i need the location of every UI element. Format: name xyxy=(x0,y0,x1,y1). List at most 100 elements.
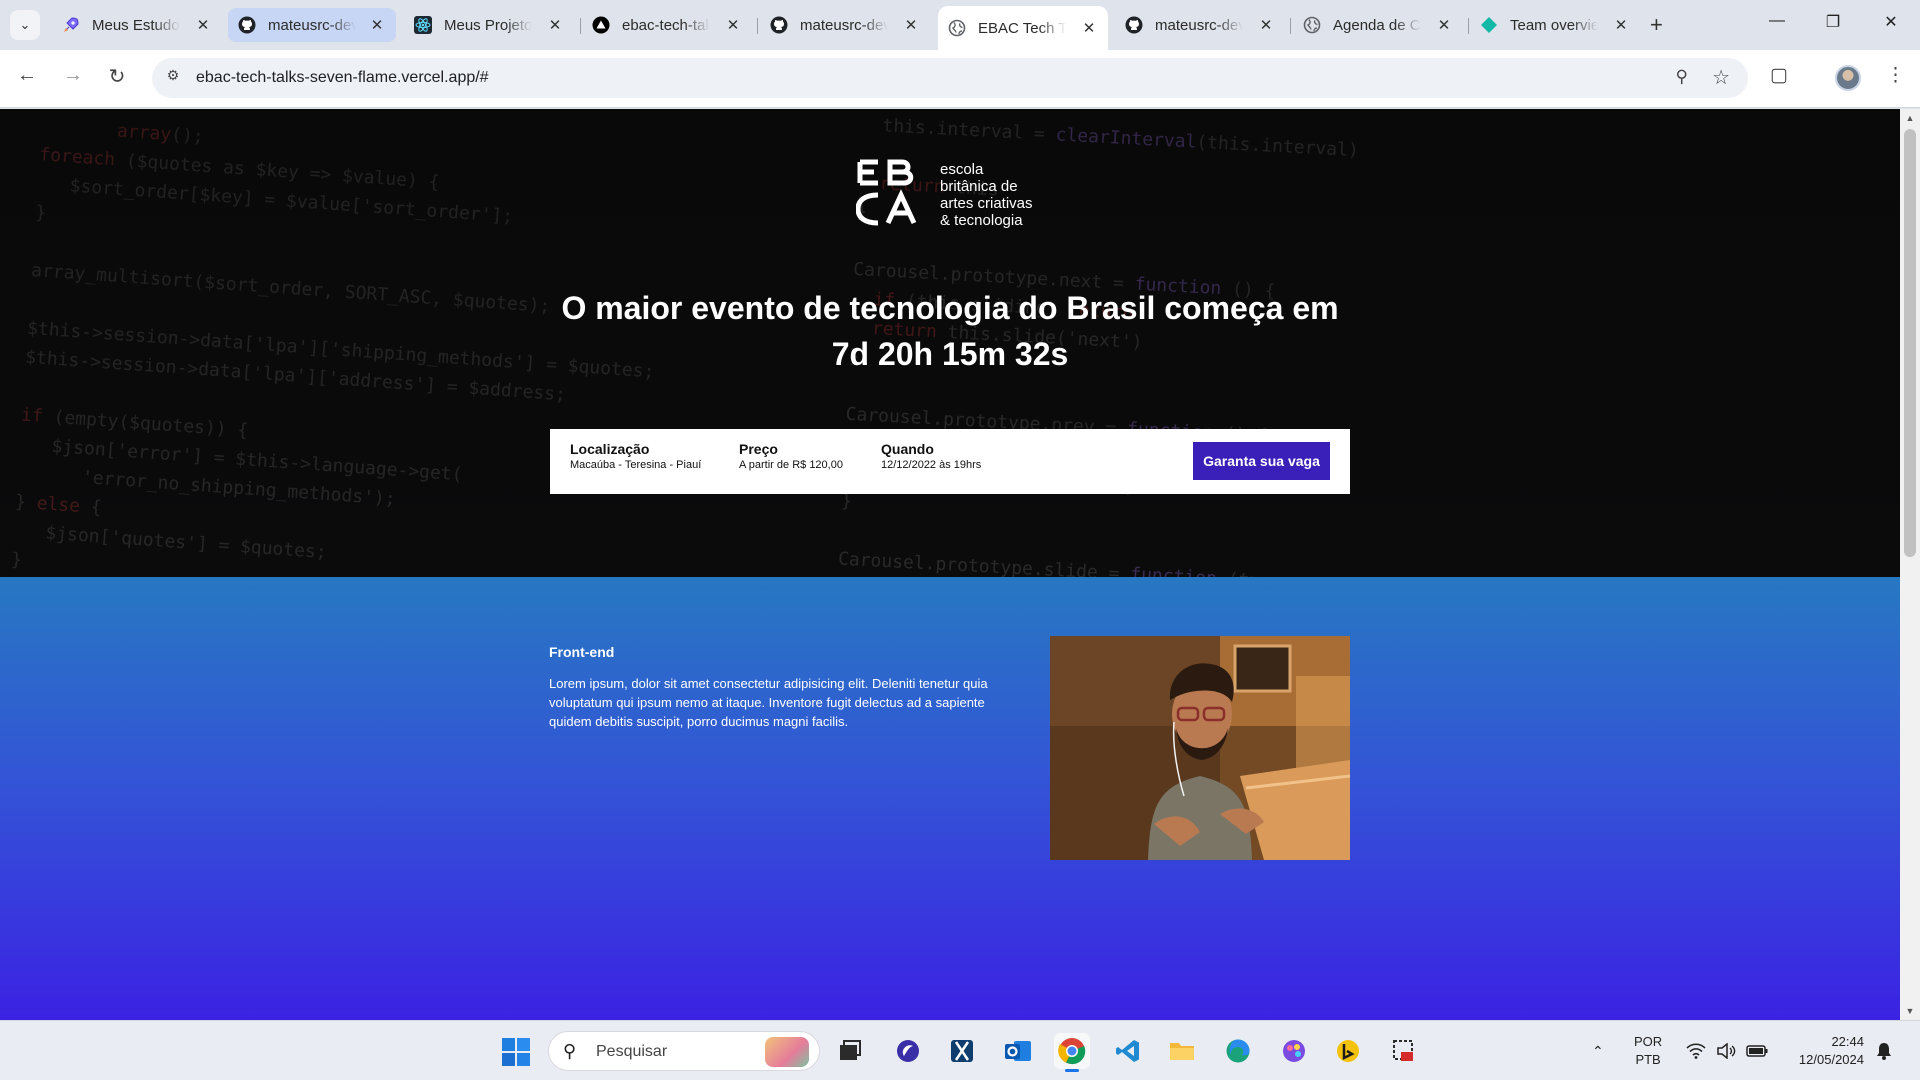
chevron-down-icon: ⌄ xyxy=(19,17,31,32)
outlook-icon[interactable] xyxy=(1000,1033,1036,1069)
system-clock[interactable]: 22:44 12/05/2024 xyxy=(1784,1033,1864,1069)
globe-icon xyxy=(1303,16,1321,34)
taskbar-app-icon[interactable] xyxy=(890,1033,926,1069)
tab-title: ebac-tech-talks xyxy=(622,16,710,34)
diamond-icon xyxy=(1480,16,1498,34)
paint-app-icon[interactable] xyxy=(1276,1033,1312,1069)
tab-agenda-de-cursos[interactable]: Agenda de Cursos ✕ xyxy=(1293,8,1463,42)
ebac-logo: escola britânica de artes criativas & te… xyxy=(856,159,1056,229)
close-icon[interactable]: ✕ xyxy=(1435,16,1453,34)
logo-line: escola xyxy=(940,161,984,178)
globe-icon xyxy=(948,19,966,37)
menu-kebab-icon[interactable]: ⋮ xyxy=(1886,64,1905,87)
bookmark-star-icon[interactable]: ☆ xyxy=(1712,65,1730,90)
close-icon[interactable]: ✕ xyxy=(1612,16,1630,34)
close-icon[interactable]: ✕ xyxy=(1257,16,1275,34)
active-app-indicator xyxy=(1065,1069,1079,1072)
tab-meus-estudos[interactable]: Meus Estudos ✕ xyxy=(52,8,222,42)
developer-photo-illustration xyxy=(1050,636,1350,860)
close-icon[interactable]: ✕ xyxy=(1080,19,1098,37)
wifi-icon[interactable] xyxy=(1686,1021,1706,1080)
arrow-left-icon: ← xyxy=(17,64,37,86)
forward-button[interactable]: → xyxy=(58,64,88,87)
notification-bell-icon[interactable] xyxy=(1876,1021,1892,1080)
frontend-section: Front-end Lorem ipsum, dolor sit amet co… xyxy=(0,577,1900,1020)
when-value: 12/12/2022 às 19hrs xyxy=(881,459,982,471)
tab-title: mateusrc-dev xyxy=(268,16,356,34)
tab-title: mateusrc-dev xyxy=(1155,16,1243,34)
tab-title: EBAC Tech Talks xyxy=(978,19,1066,37)
chrome-icon[interactable] xyxy=(1054,1033,1090,1072)
location-info: Localização Macaúba - Teresina - Piauí xyxy=(570,441,701,471)
garanta-sua-vaga-button[interactable]: Garanta sua vaga xyxy=(1193,442,1330,480)
logo-line: britânica de xyxy=(940,178,1018,195)
file-explorer-icon[interactable] xyxy=(1164,1033,1200,1069)
restore-button[interactable]: ❐ xyxy=(1810,12,1856,32)
task-view-icon[interactable] xyxy=(832,1033,868,1069)
price-info: Preço A partir de R$ 120,00 xyxy=(739,441,843,471)
vscode-icon[interactable] xyxy=(1110,1033,1146,1069)
profile-avatar[interactable] xyxy=(1835,65,1861,91)
page-scrollbar[interactable]: ▲ ▼ xyxy=(1900,109,1920,1020)
location-value: Macaúba - Teresina - Piauí xyxy=(570,459,702,471)
volume-icon[interactable] xyxy=(1716,1021,1736,1080)
battery-icon[interactable] xyxy=(1746,1021,1768,1080)
tab-separator xyxy=(1468,18,1469,34)
logo-line: artes criativas xyxy=(940,195,1033,212)
event-info-bar: Localização Macaúba - Teresina - Piauí P… xyxy=(550,429,1350,494)
close-icon[interactable]: ✕ xyxy=(902,16,920,34)
close-icon[interactable]: ✕ xyxy=(368,16,386,34)
language-code: POR xyxy=(1634,1034,1663,1049)
close-icon[interactable]: ✕ xyxy=(724,16,742,34)
ebac-logo-text: escola britânica de artes criativas & te… xyxy=(940,161,1033,229)
address-bar[interactable]: ⚙ ebac-tech-talks-seven-flame.vercel.app… xyxy=(152,58,1748,98)
windows-start-icon[interactable] xyxy=(502,1038,530,1066)
tab-mateusrc-dev-2[interactable]: mateusrc-dev ✕ xyxy=(760,8,930,42)
reload-icon: ↻ xyxy=(108,66,126,88)
url-text[interactable]: ebac-tech-talks-seven-flame.vercel.app/# xyxy=(196,69,489,87)
tab-search-button[interactable]: ⌄ xyxy=(10,10,40,40)
edge-icon[interactable] xyxy=(1220,1033,1256,1069)
windows-taskbar: ⚲ Pesquisar ⌃ POR PTB 22:44 12/05/2024 xyxy=(0,1020,1920,1080)
tab-team-overview[interactable]: Team overview ✕ xyxy=(1470,8,1640,42)
reload-button[interactable]: ↻ xyxy=(102,64,132,89)
site-info-icon[interactable]: ⚙ xyxy=(162,67,184,89)
snip-sketch-icon[interactable] xyxy=(1386,1033,1422,1069)
taskbar-search[interactable]: ⚲ Pesquisar xyxy=(548,1031,820,1071)
scroll-down-icon[interactable]: ▼ xyxy=(1900,1006,1920,1016)
developer-photo xyxy=(1050,636,1350,860)
zoom-icon[interactable]: ⚲ xyxy=(1676,67,1688,87)
tab-title: Meus Estudos xyxy=(92,16,180,34)
section-text: Lorem ipsum, dolor sit amet consectetur … xyxy=(549,676,988,729)
location-label: Localização xyxy=(570,441,650,457)
show-hidden-icons-button[interactable]: ⌃ xyxy=(1592,1021,1604,1080)
search-highlight-image xyxy=(765,1037,809,1067)
bing-app-icon[interactable] xyxy=(1330,1033,1366,1069)
ebac-logo-mark xyxy=(856,159,917,226)
search-icon: ⚲ xyxy=(563,1041,577,1061)
back-button[interactable]: ← xyxy=(12,64,42,87)
tab-ebac-tech-talks-vercel[interactable]: ebac-tech-talks ✕ xyxy=(582,8,752,42)
extensions-icon[interactable]: ▢ xyxy=(1770,64,1788,87)
scroll-up-icon[interactable]: ▲ xyxy=(1900,113,1920,123)
tab-title: Agenda de Cursos xyxy=(1333,16,1421,34)
tab-meus-projetos[interactable]: Meus Projetos ✕ xyxy=(404,8,574,42)
minimize-button[interactable]: — xyxy=(1754,12,1800,30)
browser-toolbar: ← → ↻ ⚙ ebac-tech-talks-seven-flame.verc… xyxy=(0,50,1920,108)
hero-title: O maior evento de tecnologia do Brasil c… xyxy=(561,290,1339,326)
arrow-right-icon: → xyxy=(63,64,83,86)
keyboard-layout: PTB xyxy=(1635,1052,1661,1067)
close-window-button[interactable]: ✕ xyxy=(1868,12,1914,32)
rocket-icon xyxy=(62,16,80,34)
react-icon xyxy=(414,16,432,34)
snipping-tool-icon[interactable] xyxy=(944,1033,980,1069)
tab-mateusrc-dev-1[interactable]: mateusrc-dev ✕ xyxy=(228,8,396,42)
tab-ebac-tech-talks-active[interactable]: EBAC Tech Talks ✕ xyxy=(938,6,1108,50)
tab-mateusrc-dev-3[interactable]: mateusrc-dev ✕ xyxy=(1115,8,1285,42)
scrollbar-thumb[interactable] xyxy=(1904,129,1916,557)
new-tab-button[interactable]: + xyxy=(1650,12,1663,38)
price-label: Preço xyxy=(739,441,778,457)
close-icon[interactable]: ✕ xyxy=(194,16,212,34)
close-icon[interactable]: ✕ xyxy=(546,16,564,34)
language-indicator[interactable]: POR PTB xyxy=(1634,1033,1662,1069)
